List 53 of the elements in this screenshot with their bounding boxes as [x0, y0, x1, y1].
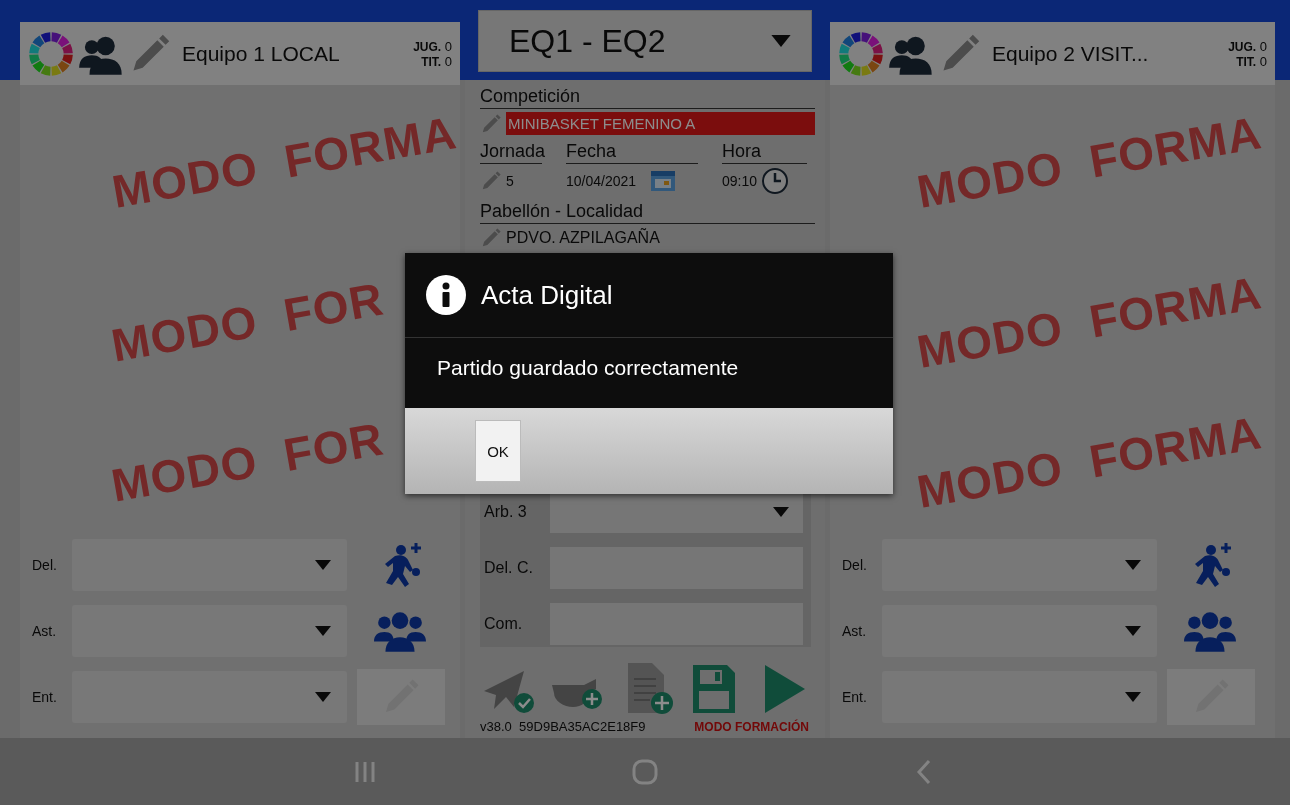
- watermark-text: MODO FORMA: [107, 105, 460, 219]
- team-name: Equipo 2 VISIT...: [992, 41, 1150, 66]
- clock-icon[interactable]: [761, 167, 790, 195]
- watermark-text: MODO FORMA: [912, 265, 1266, 379]
- competition-value: MINIBASKET FEMENINO A: [506, 112, 815, 135]
- staff-label: Ent.: [32, 689, 58, 705]
- staff-label: Ast.: [842, 623, 868, 639]
- calendar-icon[interactable]: [650, 169, 677, 193]
- dialog-title: Acta Digital: [481, 279, 613, 311]
- field-label: Fecha: [566, 141, 698, 164]
- round-value: 5: [506, 173, 514, 189]
- staff-label: Del.: [842, 557, 868, 573]
- caret-icon: [315, 692, 331, 702]
- time-value: 09:10: [722, 173, 758, 189]
- watermark-text: MODO FORMA: [912, 105, 1266, 219]
- caret-icon: [315, 560, 331, 570]
- mode-label: MODO FORMACIÓN: [694, 719, 809, 734]
- staff-label: Ent.: [842, 689, 868, 705]
- color-wheel-icon[interactable]: [28, 30, 74, 77]
- watermark-text: MODO FOR: [107, 411, 388, 513]
- dialog-message: Partido guardado correctamente: [436, 355, 740, 381]
- ok-button[interactable]: OK: [475, 420, 521, 482]
- field-label: Competición: [480, 86, 815, 109]
- caret-icon: [773, 507, 789, 517]
- starter-count: TIT. 0: [1236, 53, 1267, 69]
- date-value: 10/04/2021: [566, 173, 637, 189]
- pencil-icon[interactable]: [480, 227, 502, 249]
- official-dropdown[interactable]: [550, 491, 803, 533]
- venue-value: PDVO. AZPILAGAÑA: [506, 229, 660, 247]
- caret-icon: [1125, 626, 1141, 636]
- staff-label: Del.: [32, 557, 58, 573]
- color-wheel-icon[interactable]: [838, 30, 884, 77]
- player-count: JUG. 0: [413, 38, 452, 54]
- field-label: Pabellón - Localidad: [480, 201, 815, 224]
- watermark-text: MODO FORMA: [912, 405, 1266, 519]
- info-icon: [425, 274, 467, 316]
- staff-label: Ast.: [32, 623, 58, 639]
- caret-icon: [771, 35, 791, 47]
- player-count: JUG. 0: [1228, 38, 1267, 54]
- field-label: Hora: [722, 141, 807, 164]
- starter-count: TIT. 0: [421, 53, 452, 69]
- match-dropdown[interactable]: EQ1 - EQ2: [478, 10, 812, 72]
- official-label: Arb. 3: [483, 503, 528, 521]
- team-name: Equipo 1 LOCAL: [182, 41, 341, 66]
- caret-icon: [1125, 692, 1141, 702]
- official-label: Del. C.: [483, 559, 534, 577]
- official-label: Com.: [483, 615, 524, 633]
- version-text: v38.0 59D9BA35AC2E18F9: [480, 719, 646, 734]
- pencil-icon[interactable]: [480, 170, 502, 192]
- caret-icon: [315, 626, 331, 636]
- pencil-icon[interactable]: [480, 112, 502, 135]
- caret-icon: [1125, 560, 1141, 570]
- watermark-text: MODO FOR: [107, 271, 388, 373]
